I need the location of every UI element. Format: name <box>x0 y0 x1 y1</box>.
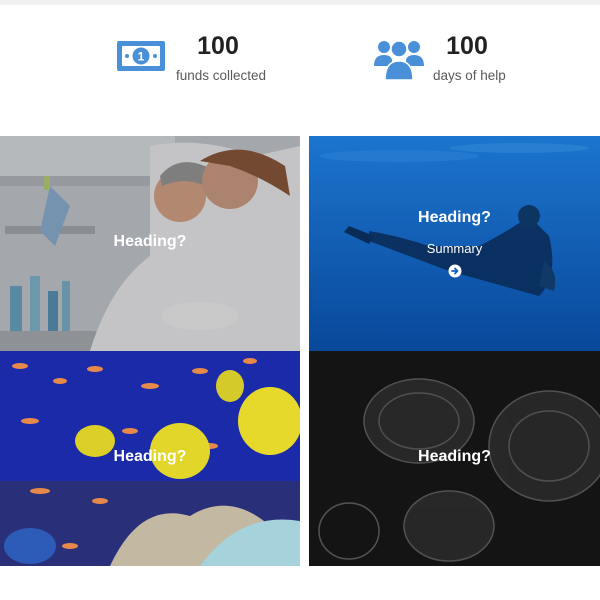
tile-heading: Heading? <box>113 448 187 465</box>
tile-reef[interactable]: Heading? <box>0 351 300 566</box>
users-icon <box>374 36 424 87</box>
stat-label: funds collected <box>176 68 267 83</box>
feature-grid: Heading? Heading? Summary Heading? Headi… <box>0 136 600 566</box>
tile-summary: Summary <box>426 241 483 256</box>
stat-number: 100 <box>446 32 488 60</box>
tile-jellyfish[interactable]: Heading? <box>309 351 600 566</box>
page-bottom <box>0 566 600 600</box>
tile-heading: Heading? <box>418 209 491 226</box>
tile-heading: Heading? <box>418 448 491 465</box>
money-bill-icon: 1 <box>116 38 166 79</box>
tile-diver[interactable]: Heading? Summary <box>309 136 600 351</box>
tile-heading: Heading? <box>113 233 187 250</box>
tile-lab[interactable]: Heading? <box>0 136 300 351</box>
arrow-circle-right-icon[interactable] <box>448 264 462 278</box>
stat-funds: 1 100 funds collected <box>0 30 300 90</box>
stat-label: days of help <box>433 68 506 83</box>
svg-text:1: 1 <box>138 50 145 64</box>
stat-number: 100 <box>197 32 239 60</box>
stat-days: 100 days of help <box>300 30 600 90</box>
top-strip <box>0 0 600 5</box>
